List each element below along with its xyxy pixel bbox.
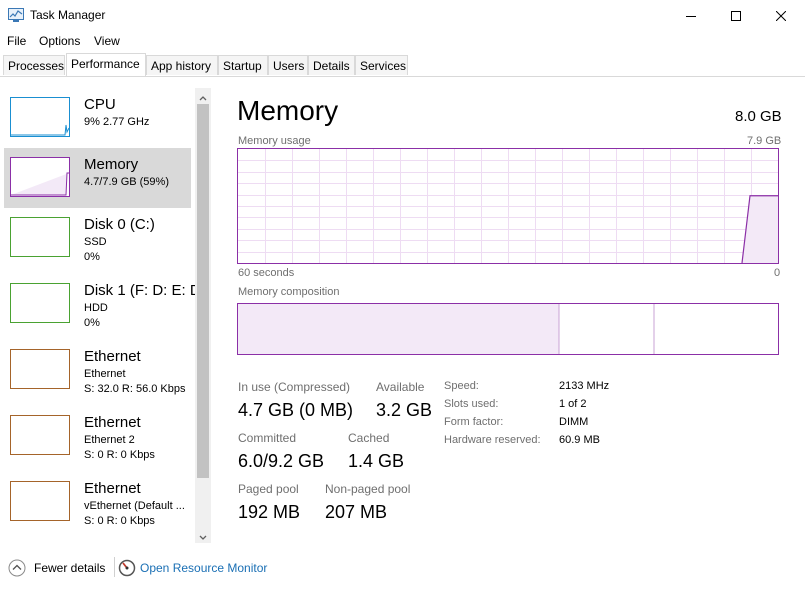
- paged-pool-label: Paged pool: [238, 482, 299, 496]
- ethernet2-thumbnail-graph: [10, 415, 70, 455]
- tab-processes[interactable]: Processes: [3, 55, 65, 75]
- window-title: Task Manager: [30, 8, 106, 22]
- disk1-thumbnail-graph: [10, 283, 70, 323]
- device-name: Disk 1 (F: D: E: D: [84, 282, 201, 299]
- menu-file[interactable]: File: [7, 34, 26, 48]
- device-detail: 9% 2.77 GHz: [84, 116, 150, 128]
- tab-performance[interactable]: Performance: [66, 53, 146, 76]
- menu-view[interactable]: View: [94, 34, 120, 48]
- time-axis-left-label: 60 seconds: [238, 267, 295, 279]
- time-axis-right-label: 0: [774, 267, 781, 279]
- maximize-icon: [731, 11, 741, 21]
- paged-pool-value: 192 MB: [238, 502, 301, 522]
- memory-usage-area: [742, 195, 778, 263]
- cpu-thumbnail-graph: [10, 97, 70, 137]
- available-label: Available: [376, 380, 425, 394]
- memory-usage-label: Memory usage: [238, 135, 311, 147]
- close-button[interactable]: [758, 0, 804, 32]
- committed-label: Committed: [238, 431, 297, 445]
- device-detail-2: 0%: [84, 317, 100, 329]
- memory-total: 8.0 GB: [735, 108, 782, 125]
- device-detail: SSD: [84, 236, 107, 248]
- cached-value: 1.4 GB: [348, 451, 405, 471]
- committed-value: 6.0/9.2 GB: [238, 451, 325, 471]
- non-paged-pool-value: 207 MB: [325, 502, 388, 522]
- tab-app-history[interactable]: App history: [146, 55, 218, 75]
- device-detail-2: 0%: [84, 251, 100, 263]
- non-paged-pool-label: Non-paged pool: [325, 482, 411, 496]
- available-value: 3.2 GB: [376, 400, 433, 420]
- memory-usage-max: 7.9 GB: [747, 135, 782, 147]
- device-detail: vEthernet (Default ...: [84, 500, 185, 512]
- in-use-value: 4.7 GB (0 MB): [238, 400, 354, 420]
- device-name: CPU: [84, 96, 116, 113]
- close-icon: [776, 11, 786, 21]
- speed-label: Speed:: [444, 380, 479, 392]
- device-name: Ethernet: [84, 348, 141, 365]
- device-detail: Ethernet 2: [84, 434, 135, 446]
- in-use-label: In use (Compressed): [238, 380, 351, 394]
- device-name: Memory: [84, 156, 139, 173]
- menu-options[interactable]: Options: [39, 34, 80, 48]
- memory-usage-graph: [237, 148, 779, 264]
- ethernet-thumbnail-graph: [10, 349, 70, 389]
- vethernet-thumbnail-graph: [10, 481, 70, 521]
- menu-bar: [0, 32, 805, 52]
- open-resource-monitor-link[interactable]: Open Resource Monitor: [140, 561, 267, 575]
- device-name: Ethernet: [84, 414, 141, 431]
- disk0-thumbnail-graph: [10, 217, 70, 257]
- resource-monitor-icon[interactable]: [118, 559, 136, 582]
- device-detail: HDD: [84, 302, 108, 314]
- device-detail: Ethernet: [84, 368, 126, 380]
- fewer-details-icon[interactable]: [8, 559, 26, 582]
- memory-composition-bar: [237, 303, 779, 355]
- device-name: Disk 0 (C:): [84, 216, 155, 233]
- footer-divider: [114, 557, 115, 577]
- tab-services[interactable]: Services: [355, 55, 408, 75]
- slots-label: Slots used:: [444, 398, 499, 410]
- maximize-button[interactable]: [713, 0, 759, 32]
- tab-startup[interactable]: Startup: [218, 55, 268, 75]
- device-detail-2: S: 0 R: 0 Kbps: [84, 515, 155, 527]
- task-manager-icon: [8, 8, 24, 22]
- device-name: Ethernet: [84, 480, 141, 497]
- minimize-icon: [686, 16, 696, 17]
- scroll-down-icon[interactable]: [197, 530, 209, 548]
- speed-value: 2133 MHz: [559, 380, 610, 392]
- scrollbar-thumb[interactable]: [197, 104, 209, 478]
- form-factor-label: Form factor:: [444, 416, 504, 428]
- page-title: Memory: [237, 95, 339, 126]
- form-factor-value: DIMM: [559, 416, 589, 428]
- device-detail-2: S: 32.0 R: 56.0 Kbps: [84, 383, 186, 395]
- memory-thumbnail-graph: [10, 157, 70, 197]
- tab-users[interactable]: Users: [268, 55, 308, 75]
- tab-details[interactable]: Details: [308, 55, 355, 75]
- cached-label: Cached: [348, 431, 390, 445]
- memory-composition-label: Memory composition: [238, 286, 340, 298]
- device-detail-2: S: 0 R: 0 Kbps: [84, 449, 155, 461]
- minimize-button[interactable]: [668, 0, 714, 32]
- device-detail: 4.7/7.9 GB (59%): [84, 176, 169, 188]
- in-use-segment: [238, 304, 559, 354]
- hardware-reserved-label: Hardware reserved:: [444, 434, 541, 446]
- slots-value: 1 of 2: [559, 398, 587, 410]
- hardware-reserved-value: 60.9 MB: [559, 434, 600, 446]
- fewer-details-button[interactable]: Fewer details: [34, 561, 105, 575]
